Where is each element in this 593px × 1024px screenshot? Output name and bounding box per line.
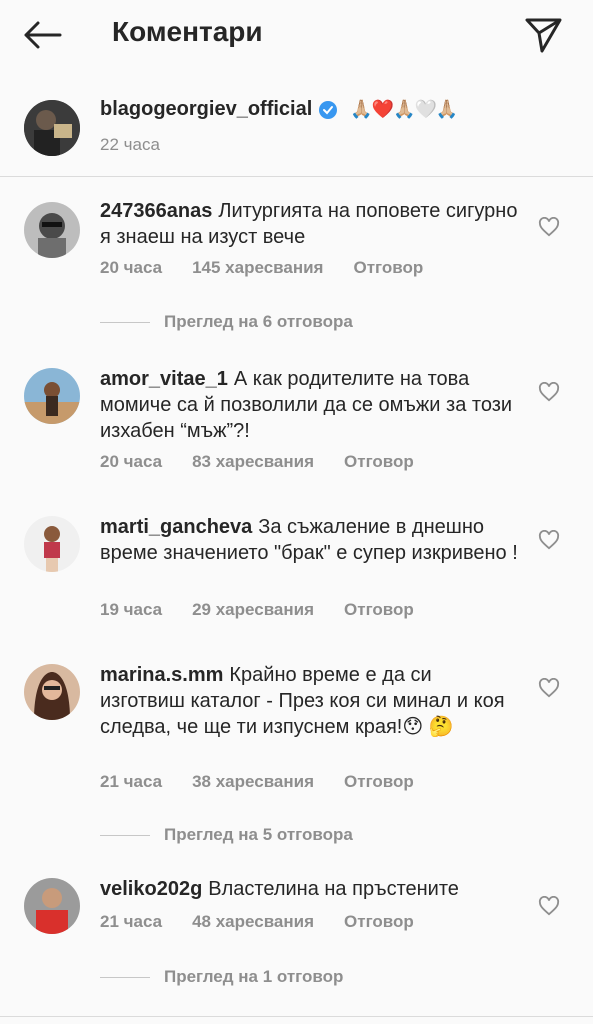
comment-username[interactable]: marti_gancheva [100,516,252,538]
view-replies-button[interactable]: Преглед на 6 отговора [100,312,353,332]
likes-count[interactable]: 83 харесвания [192,452,314,472]
top-bar: Коментари [0,0,593,70]
comment-time: 19 часа [100,600,163,619]
comment-meta: 21 часа 48 харесвания Отговор [100,912,414,932]
caption-text: 🙏🏼❤️🙏🏼🤍🙏🏼 [350,99,458,119]
page-title: Коментари [112,16,263,47]
comment-username[interactable]: 247366anas [100,200,212,222]
replies-line [100,834,150,836]
comment-time: 21 часа [100,772,163,791]
avatar[interactable] [24,368,80,424]
like-heart-icon[interactable] [538,530,560,550]
view-replies-button[interactable]: Преглед на 5 отговора [100,825,353,845]
caption-header: blagogeorgiev_official 🙏🏼❤️🙏🏼🤍🙏🏼 [100,98,458,121]
comment-time: 21 часа [100,912,163,931]
divider [0,176,593,177]
avatar[interactable] [24,664,80,720]
avatar[interactable] [24,516,80,572]
view-replies-label: Преглед на 1 отговор [164,967,344,986]
like-heart-icon[interactable] [538,382,560,402]
arrow-left-icon [24,21,62,49]
share-button[interactable] [522,14,564,56]
reply-button[interactable]: Отговор [353,258,423,278]
comment-time: 20 часа [100,258,163,277]
paper-plane-icon [525,18,562,53]
comment-meta: 20 часа 145 харесвания Отговор [100,258,423,278]
caption-time: 22 часа [100,135,160,154]
like-heart-icon[interactable] [538,217,560,237]
verified-badge-icon [319,100,338,119]
comment-text: marti_gancheva За съжаление в днешно врем… [100,514,520,566]
avatar[interactable] [24,202,80,258]
reply-button[interactable]: Отговор [344,912,414,932]
reply-button[interactable]: Отговор [344,452,414,472]
comment-username[interactable]: marina.s.mm [100,664,223,686]
caption-username[interactable]: blagogeorgiev_official [100,98,312,121]
divider [0,1016,593,1017]
comment-text: amor_vitae_1 А как родителите на това мом… [100,366,520,444]
replies-line [100,976,150,978]
avatar[interactable] [24,100,80,156]
likes-count[interactable]: 48 харесвания [192,912,314,932]
comment-meta: 20 часа 83 харесвания Отговор [100,452,414,472]
comment-time: 20 часа [100,452,163,471]
view-replies-label: Преглед на 5 отговора [164,825,353,844]
avatar[interactable] [24,878,80,934]
like-heart-icon[interactable] [538,896,560,916]
comment-text: veliko202g Властелина на пръстените [100,876,520,902]
comment-username[interactable]: amor_vitae_1 [100,368,228,390]
comment-text: 247366anas Литургията на поповете сигурно… [100,198,520,250]
reply-button[interactable]: Отговор [344,600,414,620]
likes-count[interactable]: 38 харесвания [192,772,314,792]
back-button[interactable] [22,20,62,50]
comment-username[interactable]: veliko202g [100,878,202,900]
comment-body: Властелина на пръстените [208,878,459,900]
likes-count[interactable]: 29 харесвания [192,600,314,620]
view-replies-label: Преглед на 6 отговора [164,312,353,331]
reply-button[interactable]: Отговор [344,772,414,792]
likes-count[interactable]: 145 харесвания [192,258,323,278]
replies-line [100,321,150,323]
comment-meta: 21 часа 38 харесвания Отговор [100,772,414,792]
like-heart-icon[interactable] [538,678,560,698]
view-replies-button[interactable]: Преглед на 1 отговор [100,967,343,987]
comment-meta: 19 часа 29 харесвания Отговор [100,600,414,620]
post-caption: blagogeorgiev_official 🙏🏼❤️🙏🏼🤍🙏🏼 22 часа [0,90,593,176]
comment-text: marina.s.mm Крайно време е да си изготвиш… [100,662,520,740]
